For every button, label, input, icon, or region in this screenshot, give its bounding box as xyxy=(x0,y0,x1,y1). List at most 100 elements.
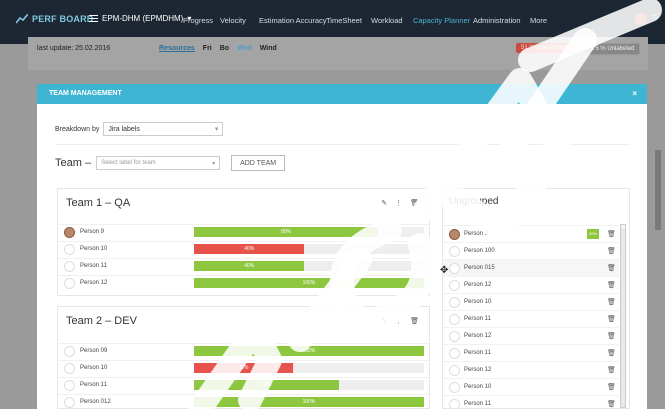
ungrouped-item[interactable]: Person 11 🗑 xyxy=(443,344,619,361)
ungrouped-item[interactable]: Person 100 🗑 xyxy=(443,242,619,259)
avatar xyxy=(64,397,75,408)
team-label: Team – xyxy=(55,157,92,169)
team-member-row[interactable]: Person 9 80% xyxy=(58,224,431,239)
nav-item-estimation-accuracy[interactable]: Estimation Accuracy xyxy=(259,16,327,25)
team-member-row[interactable]: Person 012 100% xyxy=(58,394,431,409)
tab-fri[interactable]: Fri xyxy=(203,45,212,52)
team-label-select[interactable]: Select label for team ▾ xyxy=(96,156,221,170)
trash-icon[interactable]: 🗑 xyxy=(607,315,616,323)
trash-icon[interactable]: 🗑 xyxy=(607,400,616,408)
edit-icon[interactable]: ✎ xyxy=(381,317,387,325)
ungrouped-item[interactable]: Person 10 🗑 xyxy=(443,378,619,395)
avatar xyxy=(449,229,460,240)
member-name: Person 12 xyxy=(464,333,492,339)
page-scrollbar[interactable] xyxy=(655,150,661,230)
capacity-bar: 100% xyxy=(194,346,424,356)
member-name: Person 11 xyxy=(464,316,491,322)
avatar xyxy=(64,261,75,272)
trash-icon[interactable]: 🗑 xyxy=(607,383,616,391)
project-selector[interactable]: EPM-DHM (EPMDHM) ▾ xyxy=(89,14,191,23)
team-member-row[interactable]: Person 11 50% xyxy=(58,377,431,392)
brand[interactable]: PERF BOARD xyxy=(16,14,94,24)
trash-icon[interactable]: 🗑 xyxy=(607,230,616,238)
trash-icon[interactable]: 🗑 xyxy=(607,349,616,357)
nav-item-more[interactable]: More xyxy=(530,16,547,25)
page-header-strip xyxy=(28,37,648,70)
team-member-row[interactable]: Person 10 40% xyxy=(58,241,431,256)
ungrouped-item[interactable]: Person 11 🗑 xyxy=(443,310,619,327)
team-member-row[interactable]: Person 12 100% xyxy=(58,275,431,290)
nav-item-administration[interactable]: Administration xyxy=(473,16,521,25)
nav-item-workload[interactable]: Workload xyxy=(371,16,403,25)
member-name: Person 9 xyxy=(464,231,489,237)
team-card-qa: Team 1 – QA ✎ ⋮ 🗑 Person 9 80% Person 10… xyxy=(57,188,431,296)
user-avatar[interactable] xyxy=(635,13,647,25)
tab-resources[interactable]: Resources xyxy=(159,45,195,52)
trash-icon[interactable]: 🗑 xyxy=(410,317,419,325)
tab-wind[interactable]: Wind xyxy=(260,45,277,52)
team-tools: ✎ ⋮ 🗑 xyxy=(381,317,419,325)
capacity-fill: 100% xyxy=(194,397,424,407)
member-name: Person 09 xyxy=(80,348,108,354)
member-name: Person 10 xyxy=(464,384,492,390)
ungrouped-item[interactable]: Person 12 🗑 xyxy=(443,327,619,344)
capacity-fill: 100% xyxy=(194,346,424,356)
ungrouped-item[interactable]: Person 015 🗑 xyxy=(443,259,619,276)
ungrouped-item[interactable]: Person 12 🗑 xyxy=(443,361,619,378)
chart-logo-icon xyxy=(16,14,28,24)
team-member-row[interactable]: Person 09 100% xyxy=(58,343,431,358)
last-update-text: last update: 25.02.2016 xyxy=(37,45,111,52)
member-name: Person 10 xyxy=(80,365,108,371)
edit-icon[interactable]: ✎ xyxy=(381,199,387,207)
avatar xyxy=(449,399,460,408)
close-icon[interactable]: × xyxy=(632,89,637,98)
ungrouped-item[interactable]: Person 11 🗑 xyxy=(443,395,619,408)
avatar xyxy=(64,244,75,255)
add-team-button[interactable]: ADD TEAM xyxy=(231,155,286,171)
team-member-row[interactable]: Person 10 32% xyxy=(58,360,431,375)
team-name[interactable]: Team 1 – QA xyxy=(66,197,130,209)
ungrouped-item[interactable]: Person 12 🗑 xyxy=(443,276,619,293)
trash-icon[interactable]: 🗑 xyxy=(607,281,616,289)
ungrouped-title: Ungrouped xyxy=(449,196,499,207)
member-name: Person 015 xyxy=(464,265,495,271)
capacity-badge: 30% xyxy=(587,229,599,239)
unestimated-badge[interactable]: 51 % Unestimated xyxy=(516,43,576,53)
trash-icon[interactable]: 🗑 xyxy=(607,264,616,272)
breakdown-row: Breakdown by Jira labels ▾ xyxy=(55,122,224,136)
ungrouped-item[interactable]: Person 10 🗑 xyxy=(443,293,619,310)
member-name: Person 12 xyxy=(464,282,492,288)
capacity-fill: 50% xyxy=(194,380,339,390)
nav-item-timesheet[interactable]: TimeSheet xyxy=(326,16,362,25)
trash-icon[interactable]: 🗑 xyxy=(607,366,616,374)
capacity-fill: 40% xyxy=(194,244,305,254)
nav-item-progress[interactable]: Progress xyxy=(183,16,213,25)
capacity-bar: 32% xyxy=(194,363,424,373)
member-name: Person 012 xyxy=(80,399,111,405)
trash-icon[interactable]: 🗑 xyxy=(607,247,616,255)
chevron-down-icon: ▾ xyxy=(212,160,216,167)
avatar xyxy=(449,246,460,257)
tab-bo[interactable]: Bo xyxy=(220,45,229,52)
capacity-bar: 40% xyxy=(194,244,424,254)
team-select-placeholder: Select label for team xyxy=(101,160,156,166)
team-member-row[interactable]: Person 11 40% xyxy=(58,258,431,273)
nav-item-capacity-planner[interactable]: Capacity Planner xyxy=(413,16,470,25)
nav-item-velocity[interactable]: Velocity xyxy=(220,16,246,25)
trash-icon[interactable]: 🗑 xyxy=(607,332,616,340)
team-name[interactable]: Team 2 – DEV xyxy=(66,315,137,327)
more-icon[interactable]: ⋮ xyxy=(395,199,402,207)
more-icon[interactable]: ⋮ xyxy=(395,317,402,325)
settings-icon[interactable]: ≡ xyxy=(652,12,657,22)
ungrouped-item[interactable]: Person 9 30% 🗑 xyxy=(443,225,619,242)
trash-icon[interactable]: 🗑 xyxy=(410,199,419,207)
avatar xyxy=(449,280,460,291)
scroll-thumb[interactable] xyxy=(621,229,625,407)
unlabeled-badge[interactable]: 75 % Unlabeled xyxy=(586,43,641,55)
capacity-bar: 40% xyxy=(194,261,424,271)
ungrouped-scrollbar[interactable] xyxy=(620,224,626,408)
breakdown-select[interactable]: Jira labels ▾ xyxy=(103,122,224,136)
menu-icon xyxy=(89,15,98,22)
trash-icon[interactable]: 🗑 xyxy=(607,298,616,306)
tab-wed[interactable]: Wed xyxy=(237,45,252,52)
